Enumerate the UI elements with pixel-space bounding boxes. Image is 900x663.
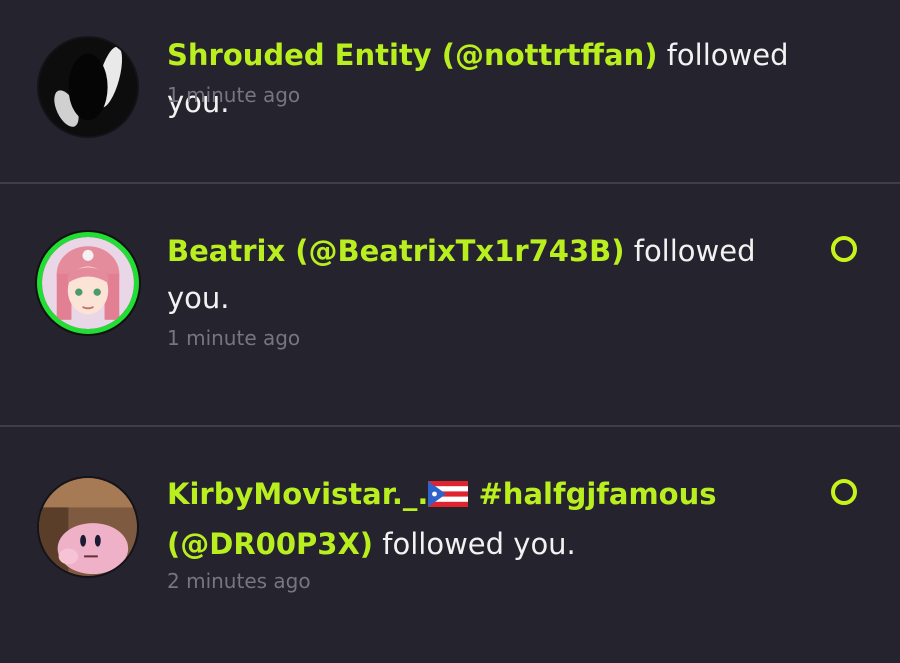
notification-item[interactable]: KirbyMovistar._. #halfgjfamous (@DR00P3X… [0, 427, 900, 663]
anime-girl-icon [42, 237, 134, 329]
timestamp: 1 minute ago [167, 83, 301, 107]
notification-message: KirbyMovistar._. #halfgjfamous (@DR00P3X… [167, 471, 787, 568]
avatar[interactable] [37, 36, 139, 138]
avatar[interactable] [37, 232, 139, 334]
puerto-rico-flag-icon [428, 474, 469, 521]
notification-list: Shrouded Entity (@nottrtffan) followed y… [0, 0, 900, 663]
user-name-link[interactable]: Shrouded Entity (@nottrtffan) [167, 38, 657, 72]
kirby-icon [39, 478, 137, 576]
user-name-link[interactable]: Beatrix (@BeatrixTx1r743B) [167, 234, 625, 268]
unread-indicator-icon[interactable] [831, 236, 857, 262]
action-text: followed you. [373, 527, 576, 561]
timestamp: 1 minute ago [167, 326, 301, 350]
unread-indicator-icon[interactable] [831, 479, 857, 505]
notification-message: Shrouded Entity (@nottrtffan) followed y… [167, 32, 857, 126]
shadowy-figure-icon [39, 38, 137, 136]
notification-item[interactable]: Shrouded Entity (@nottrtffan) followed y… [0, 0, 900, 183]
notification-message: Beatrix (@BeatrixTx1r743B) followed you. [167, 228, 757, 322]
avatar[interactable] [37, 476, 139, 578]
user-name-part: KirbyMovistar._. [167, 477, 429, 511]
notification-item[interactable]: Beatrix (@BeatrixTx1r743B) followed you.… [0, 184, 900, 426]
timestamp: 2 minutes ago [167, 569, 311, 593]
